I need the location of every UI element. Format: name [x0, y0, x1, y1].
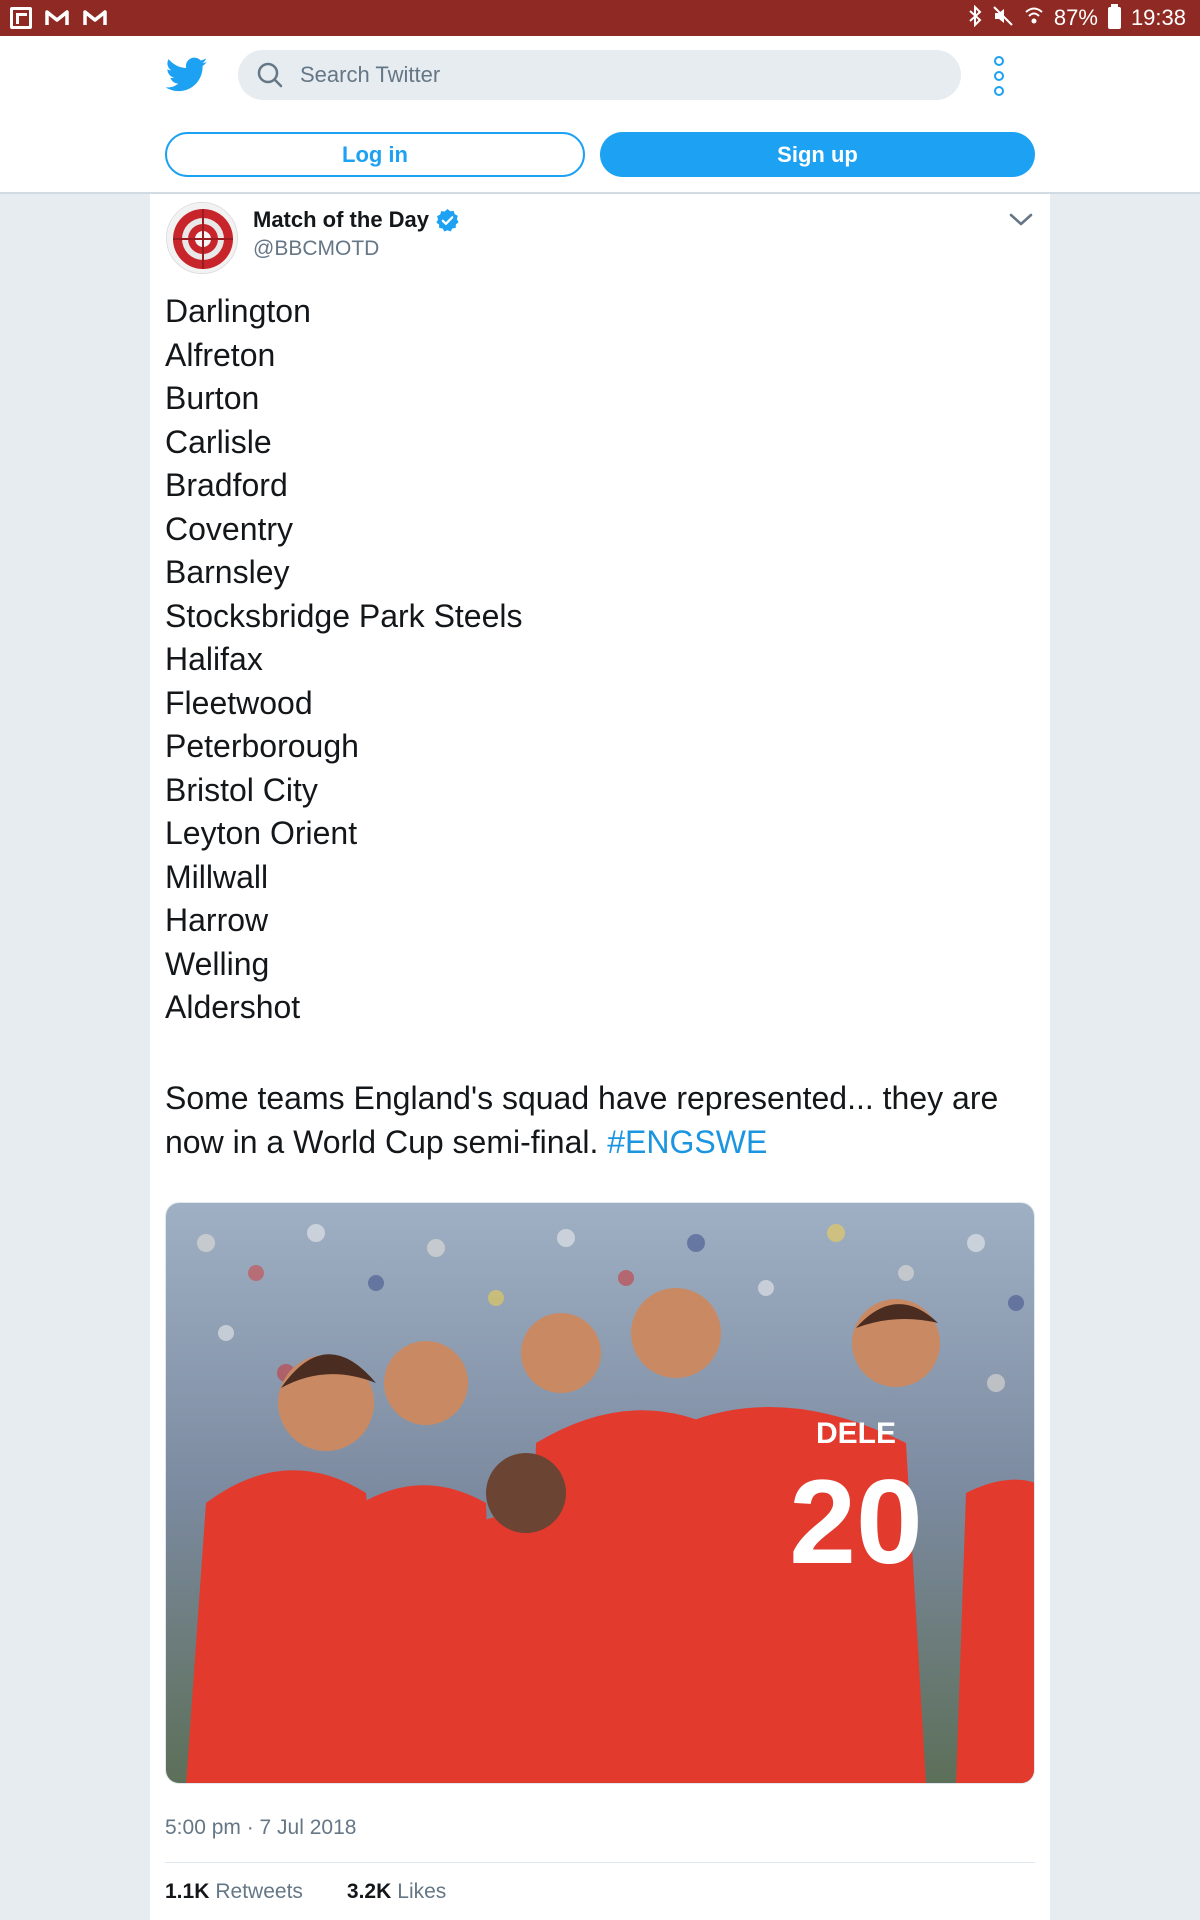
author-name[interactable]: Match of the Day [253, 207, 460, 233]
likes-label: Likes [397, 1880, 447, 1903]
chevron-down-icon[interactable] [1008, 210, 1034, 230]
bluetooth-icon [968, 4, 982, 31]
club-item: Harrow [165, 902, 269, 938]
club-item: Bradford [165, 467, 288, 503]
club-item: Millwall [165, 858, 269, 895]
mail-icon [44, 7, 70, 29]
verified-badge-icon [435, 208, 460, 233]
club-item: Burton [165, 380, 260, 416]
retweets-stat[interactable]: 1.1K Retweets [165, 1880, 303, 1904]
club-item: Welling [165, 945, 270, 982]
club-item: Carlisle [165, 423, 272, 460]
retweets-label: Retweets [215, 1880, 303, 1903]
twitter-logo-icon[interactable] [165, 57, 208, 93]
hashtag-link[interactable]: #ENGSWE [607, 1124, 767, 1160]
club-item: Fleetwood [165, 684, 313, 721]
tweet-photo[interactable]: DELE 20 [165, 1202, 1035, 1784]
divider [165, 1862, 1035, 1863]
login-button[interactable]: Log in [165, 132, 585, 177]
avatar[interactable] [166, 202, 238, 274]
club-list: Darlington Alfreton Burton Carlisle Brad… [165, 290, 523, 1030]
notification-icons [10, 7, 108, 29]
club-item: Leyton Orient [165, 815, 358, 851]
retweets-count: 1.1K [165, 1880, 210, 1903]
shirt-number: 20 [789, 1455, 922, 1589]
mail-icon [82, 7, 108, 29]
shirt-name: DELE [816, 1417, 896, 1450]
tweet-timestamp[interactable]: 5:00 pm · 7 Jul 2018 [165, 1816, 356, 1840]
tweet-text: Some teams England's squad have represen… [165, 1076, 1035, 1164]
tweet-body-text: Some teams England's squad have represen… [165, 1080, 999, 1160]
search-box[interactable] [238, 50, 961, 100]
wifi-icon [1024, 6, 1044, 30]
club-item: Halifax [165, 641, 263, 677]
search-input[interactable] [300, 62, 900, 88]
tweet-stats: 1.1K Retweets 3.2K Likes [165, 1880, 446, 1904]
battery-percent: 87% [1053, 5, 1098, 30]
system-indicators: 87% 19:38 [968, 4, 1186, 31]
club-item: Stocksbridge Park Steels [165, 597, 523, 634]
likes-stat[interactable]: 3.2K Likes [347, 1880, 446, 1904]
twitter-header: Log in Sign up [0, 36, 1200, 194]
mute-icon [992, 5, 1014, 31]
club-item: Aldershot [165, 989, 301, 1025]
tweet-card: Match of the Day @BBCMOTD Darlington Alf… [150, 194, 1050, 1920]
status-bar: 87% 19:38 [0, 0, 1200, 36]
club-item: Bristol City [165, 771, 318, 808]
more-options-icon[interactable] [989, 56, 1009, 96]
club-item: Coventry [165, 510, 294, 547]
club-item: Peterborough [165, 728, 359, 764]
flipboard-icon [10, 7, 32, 29]
club-item: Barnsley [165, 554, 290, 590]
signup-button[interactable]: Sign up [600, 132, 1035, 177]
club-item: Alfreton [165, 336, 276, 373]
club-item: Darlington [165, 293, 311, 329]
author-handle[interactable]: @BBCMOTD [253, 237, 379, 261]
clock: 19:38 [1130, 5, 1186, 30]
likes-count: 3.2K [346, 1880, 392, 1903]
search-icon [256, 61, 284, 89]
author-name-text: Match of the Day [253, 207, 430, 232]
battery-icon [1107, 4, 1121, 29]
